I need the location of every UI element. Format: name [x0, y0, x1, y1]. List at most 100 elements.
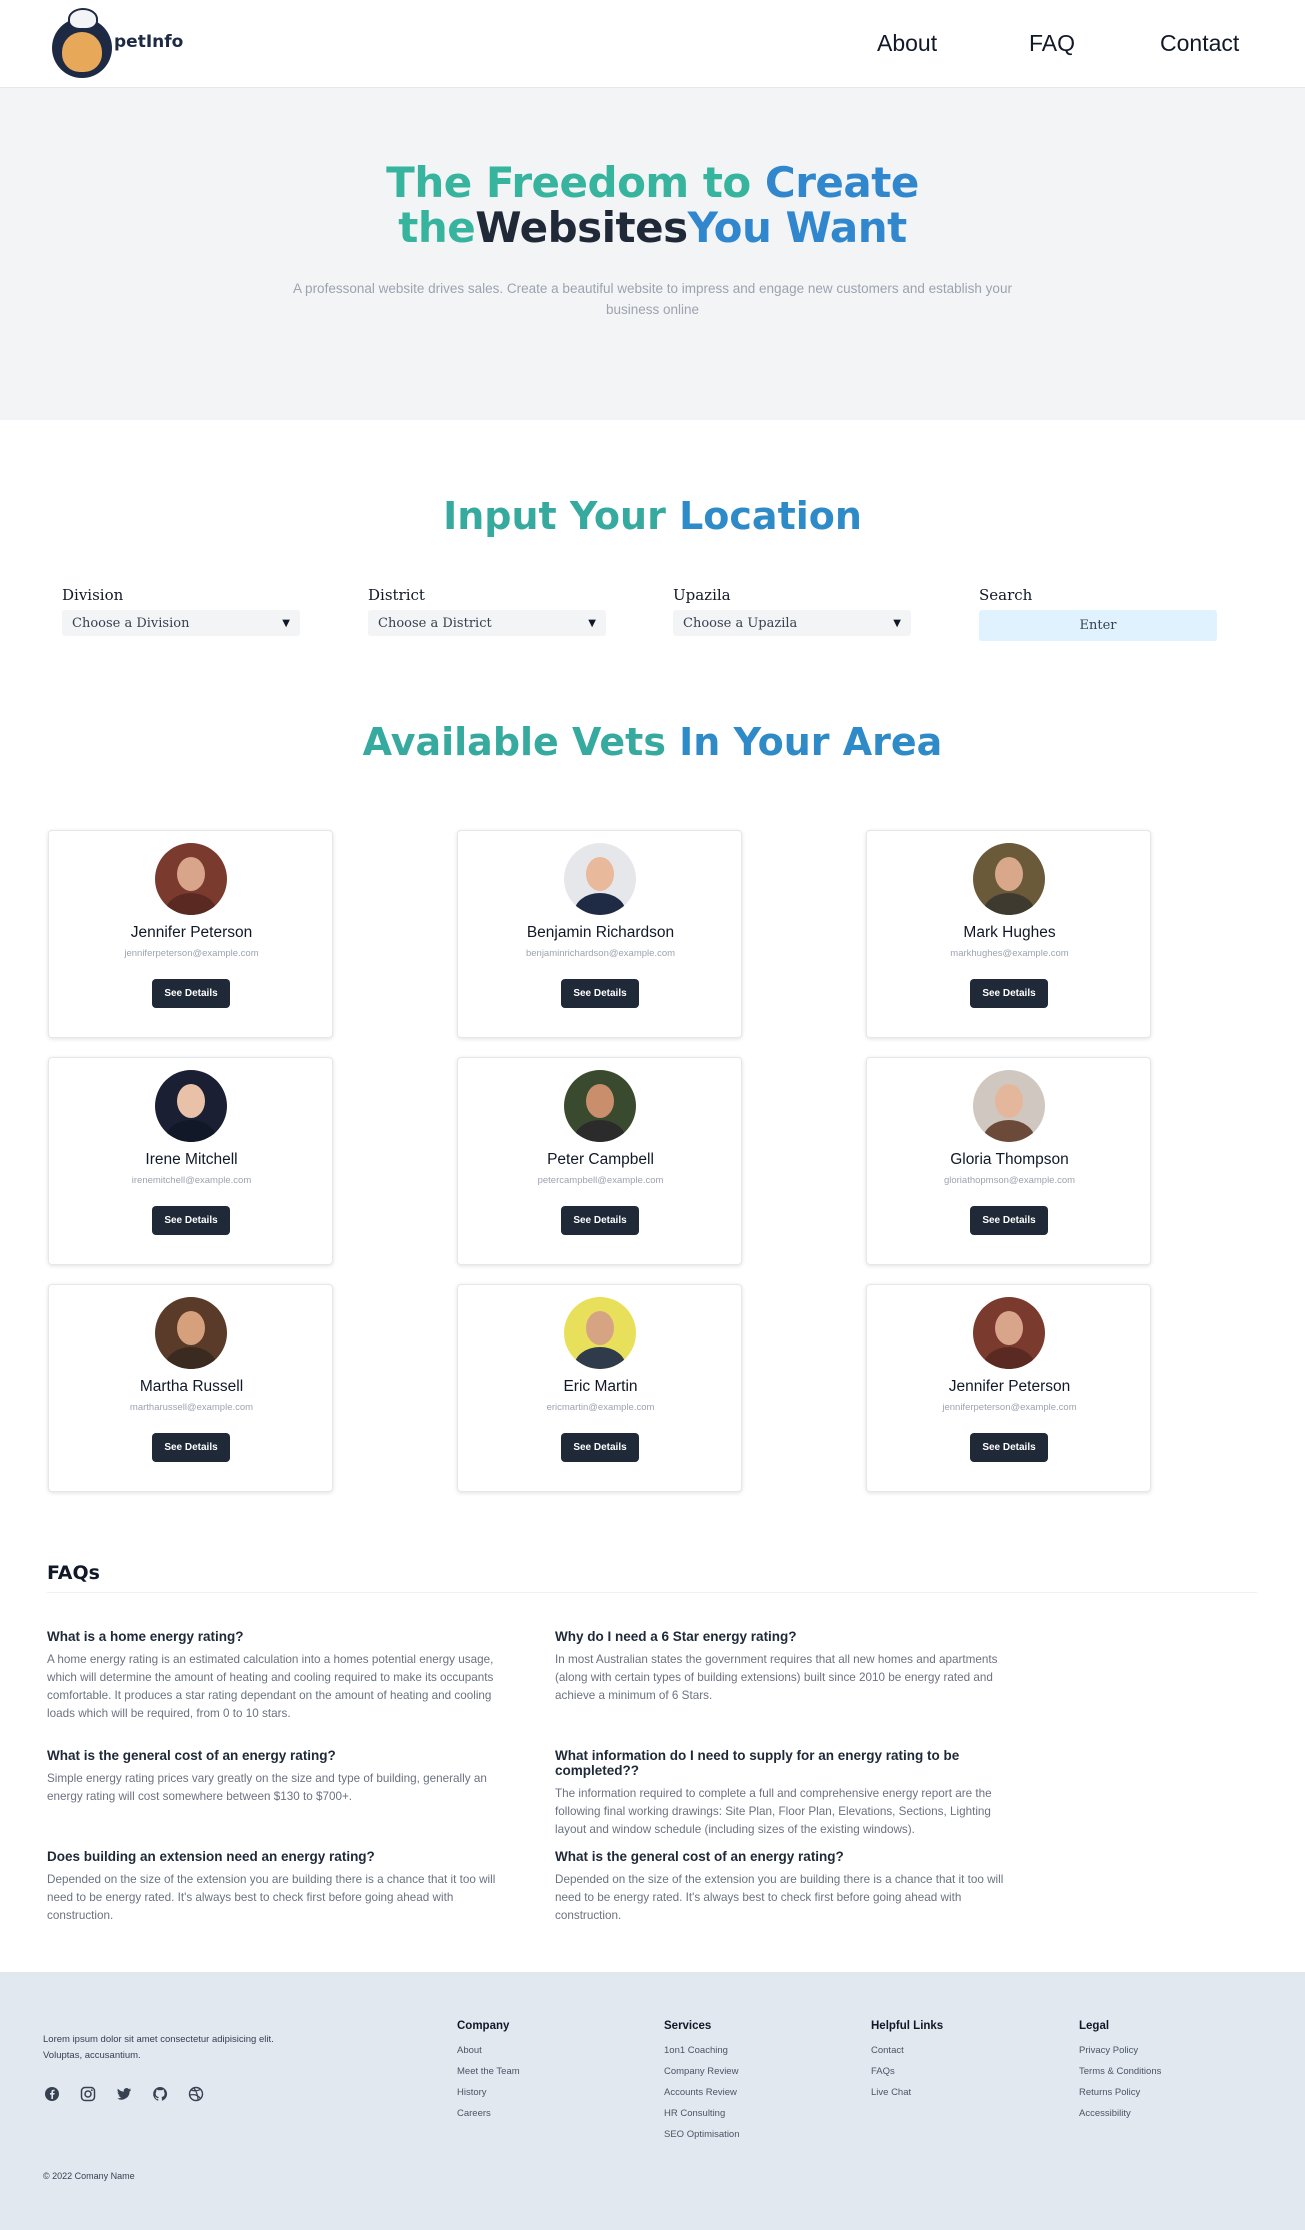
- see-details-button[interactable]: See Details: [152, 1433, 230, 1462]
- district-field: District Choose a District ▼: [368, 586, 606, 636]
- vet-email: petercampbell@example.com: [537, 1175, 664, 1186]
- footer-link[interactable]: Accounts Review: [664, 2086, 844, 2099]
- twitter-icon[interactable]: [115, 2085, 132, 2102]
- cat-logo-icon: [68, 8, 98, 30]
- search-field: Search Enter: [979, 586, 1217, 641]
- enter-button[interactable]: Enter: [979, 610, 1217, 641]
- vets-title-part: In Your Area: [679, 720, 943, 764]
- see-details-button[interactable]: See Details: [970, 979, 1048, 1008]
- location-title: Input Your Location: [0, 494, 1305, 538]
- footer-link[interactable]: Contact: [871, 2044, 1051, 2057]
- faq-question: What information do I need to supply for…: [555, 1748, 960, 1778]
- facebook-icon[interactable]: [43, 2085, 60, 2102]
- avatar: [973, 1297, 1045, 1369]
- vet-email: jenniferpeterson@example.com: [124, 948, 259, 959]
- footer-link[interactable]: Meet the Team: [457, 2065, 637, 2078]
- footer-col-helpful-links: Helpful Links Contact FAQs Live Chat: [871, 2020, 1051, 2107]
- see-details-button[interactable]: See Details: [152, 1206, 230, 1235]
- footer-col-title: Company: [457, 2020, 510, 2032]
- footer-link[interactable]: Company Review: [664, 2065, 844, 2078]
- vet-card: Mark Hughes markhughes@example.com See Det…: [866, 830, 1151, 1038]
- faq-item: What information do I need to supply for…: [555, 1748, 1023, 1839]
- vet-name: Eric Martin: [563, 1378, 638, 1395]
- footer-link[interactable]: Accessibility: [1079, 2107, 1259, 2120]
- see-details-button[interactable]: See Details: [561, 1206, 639, 1235]
- hero-title-part: Websites: [475, 203, 688, 252]
- vet-card: Peter Campbell petercampbell@example.com S…: [457, 1057, 742, 1265]
- copyright: © 2022 Comany Name: [43, 2171, 135, 2181]
- avatar: [564, 1070, 636, 1142]
- footer: Lorem ipsum dolor sit amet consectetur a…: [0, 1972, 1305, 2230]
- faq-answer: Depended on the size of the extension yo…: [47, 1873, 496, 1922]
- location-title-part: Location: [679, 494, 862, 538]
- vets-title: Available Vets In Your Area: [0, 720, 1305, 764]
- faq-question: Does building an extension need an energ…: [47, 1849, 375, 1864]
- vet-name: Peter Campbell: [547, 1151, 654, 1168]
- footer-link[interactable]: SEO Optimisation: [664, 2128, 844, 2141]
- avatar: [155, 1297, 227, 1369]
- faq-item: Why do I need a 6 Star energy rating? In…: [555, 1629, 1023, 1705]
- vet-email: ericmartin@example.com: [546, 1402, 655, 1413]
- see-details-button[interactable]: See Details: [970, 1206, 1048, 1235]
- vet-email: markhughes@example.com: [950, 948, 1069, 959]
- upazila-select-value: Choose a Upazila: [683, 615, 798, 631]
- logo-text: petInfo: [114, 32, 184, 52]
- see-details-button[interactable]: See Details: [561, 1433, 639, 1462]
- see-details-button[interactable]: See Details: [152, 979, 230, 1008]
- instagram-icon[interactable]: [79, 2085, 96, 2102]
- logo[interactable]: petInfo: [52, 8, 184, 78]
- upazila-label: Upazila: [673, 586, 731, 604]
- dribbble-icon[interactable]: [187, 2085, 204, 2102]
- nav-about-link[interactable]: About: [877, 30, 937, 57]
- footer-link[interactable]: Terms & Conditions: [1079, 2065, 1259, 2078]
- chevron-down-icon: ▼: [893, 617, 901, 629]
- nav-contact-link[interactable]: Contact: [1160, 30, 1239, 57]
- footer-link[interactable]: FAQs: [871, 2065, 1051, 2078]
- location-title-part: Input Your: [443, 494, 666, 538]
- footer-link[interactable]: History: [457, 2086, 637, 2099]
- faq-question: What is the general cost of an energy ra…: [47, 1748, 336, 1763]
- division-select-value: Choose a Division: [72, 615, 190, 631]
- see-details-button[interactable]: See Details: [970, 1433, 1048, 1462]
- vet-name: Irene Mitchell: [145, 1151, 238, 1168]
- footer-link[interactable]: Live Chat: [871, 2086, 1051, 2099]
- chevron-down-icon: ▼: [282, 617, 290, 629]
- avatar: [564, 1297, 636, 1369]
- faq-answer: In most Australian states the government…: [555, 1653, 998, 1702]
- faq-divider: [47, 1592, 1257, 1593]
- avatar: [564, 843, 636, 915]
- footer-link[interactable]: Careers: [457, 2107, 637, 2120]
- vet-email: irenemitchell@example.com: [131, 1175, 252, 1186]
- vet-card: Jennifer Peterson jenniferpeterson@exampl…: [48, 830, 333, 1038]
- vet-name: Jennifer Peterson: [130, 924, 253, 941]
- footer-link[interactable]: About: [457, 2044, 637, 2057]
- vet-card: Benjamin Richardson benjaminrichardson@ex…: [457, 830, 742, 1038]
- avatar: [155, 843, 227, 915]
- vets-title-part: Available Vets: [362, 720, 666, 764]
- footer-link[interactable]: Privacy Policy: [1079, 2044, 1259, 2057]
- footer-link[interactable]: 1on1 Coaching: [664, 2044, 844, 2057]
- top-navbar: petInfo About FAQ Contact: [0, 0, 1305, 88]
- vet-email: gloriathopmson@example.com: [943, 1175, 1076, 1186]
- upazila-select[interactable]: Choose a Upazila ▼: [673, 610, 911, 636]
- footer-link[interactable]: HR Consulting: [664, 2107, 844, 2120]
- district-select[interactable]: Choose a District ▼: [368, 610, 606, 636]
- vet-name: Gloria Thompson: [950, 1151, 1069, 1168]
- footer-col-company: Company About Meet the Team History Care…: [457, 2020, 637, 2128]
- faq-answer: A home energy rating is an estimated cal…: [47, 1653, 494, 1720]
- footer-col-title: Legal: [1079, 2020, 1110, 2032]
- faq-question: What is the general cost of an energy ra…: [555, 1849, 844, 1864]
- footer-link[interactable]: Returns Policy: [1079, 2086, 1259, 2099]
- division-select[interactable]: Choose a Division ▼: [62, 610, 300, 636]
- hero-title-part: You Want: [687, 203, 908, 252]
- faq-answer: Simple energy rating prices vary greatly…: [47, 1772, 487, 1803]
- vet-card: Irene Mitchell irenemitchell@example.com S…: [48, 1057, 333, 1265]
- faq-item: What is the general cost of an energy ra…: [555, 1849, 1023, 1925]
- github-icon[interactable]: [151, 2085, 168, 2102]
- page: petInfo About FAQ Contact The Freedom to…: [0, 0, 1305, 2230]
- search-label: Search: [979, 586, 1033, 604]
- faq-title: FAQs: [47, 1562, 100, 1584]
- nav-faq-link[interactable]: FAQ: [1029, 30, 1075, 57]
- see-details-button[interactable]: See Details: [561, 979, 639, 1008]
- division-label: Division: [62, 586, 124, 604]
